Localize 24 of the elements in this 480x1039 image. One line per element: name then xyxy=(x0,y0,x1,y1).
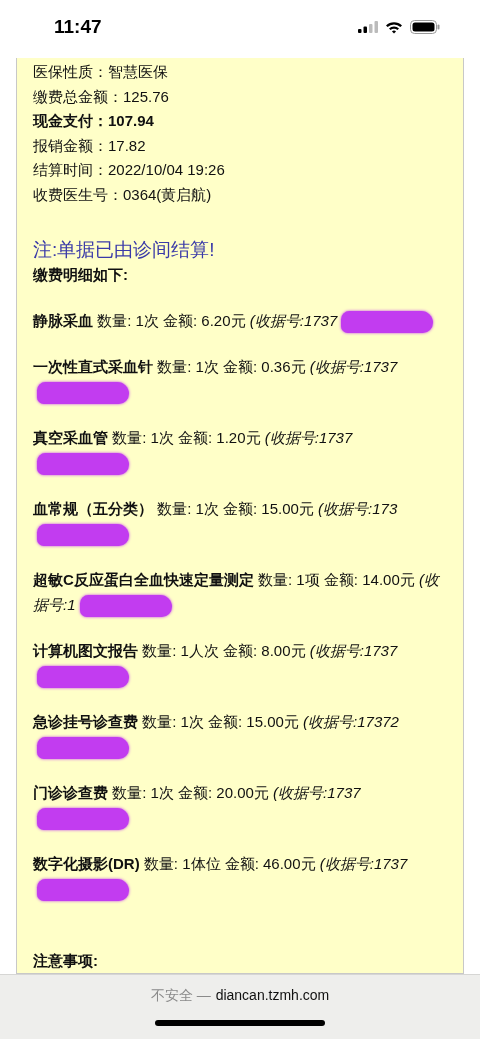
charge-item: 计算机图文报告 数量: 1人次 金额: 8.00元 (收据号:1737 xyxy=(33,642,398,660)
signal-icon xyxy=(358,21,378,33)
battery-icon xyxy=(410,20,440,34)
charge-item: 急诊挂号诊查费 数量: 1次 金额: 15.00元 (收据号:17372 xyxy=(33,713,399,731)
summary-line: 结算时间：2022/10/04 19:26 xyxy=(33,161,225,178)
wifi-icon xyxy=(385,20,403,34)
charge-item: 血常规（五分类） 数量: 1次 金额: 15.00元 (收据号:173 xyxy=(33,500,398,518)
charge-item: 静脉采血 数量: 1次 金额: 6.20元 (收据号:1737 xyxy=(33,312,338,329)
details-heading: 缴费明细如下: xyxy=(33,266,128,283)
charge-item: 数字化摄影(DR) 数量: 1体位 金额: 46.00元 (收据号:1737 xyxy=(33,855,408,873)
summary-line: 收费医生号：0364(黄启航) xyxy=(33,185,212,203)
summary-line: 缴费总金额：125.76 xyxy=(33,87,169,105)
charge-item: 超敏C反应蛋白全血快速定量测定 数量: 1项 金额: 14.00元 (收据号:1 xyxy=(33,571,439,614)
charge-item: 真空采血管 数量: 1次 金额: 1.20元 (收据号:1737 xyxy=(33,429,353,447)
security-label: 不安全 — xyxy=(150,987,211,1005)
summary-line: 报销金额：17.82 xyxy=(33,136,146,154)
url-text[interactable]: diancan.tzmh.com xyxy=(215,987,330,1005)
charge-item: 一次性直式采血针 数量: 1次 金额: 0.36元 (收据号:1737 xyxy=(33,358,398,376)
charge-item: 门诊诊查费 数量: 1次 金额: 20.00元 (收据号:1737 xyxy=(33,784,361,802)
summary-line: 医保性质：智慧医保 xyxy=(33,63,168,80)
notice-text: 注:单据已由诊间结算! xyxy=(33,239,215,260)
notes-heading: 注意事项: xyxy=(33,952,98,970)
status-time: 11:47 xyxy=(54,16,102,38)
summary-line: 现金支付：107.94 xyxy=(33,112,154,129)
